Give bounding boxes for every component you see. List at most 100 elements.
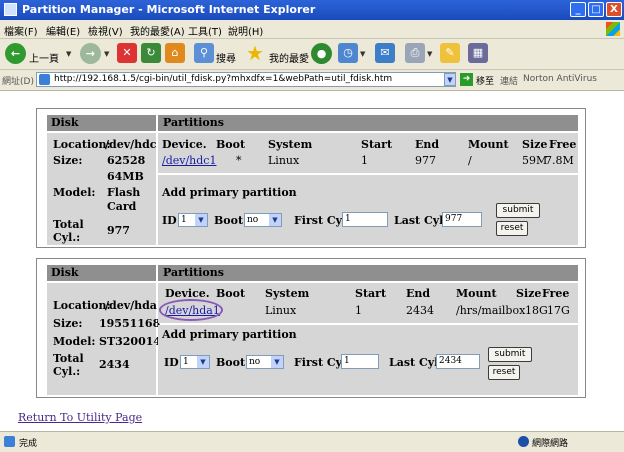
address-dropdown-icon[interactable]: ▼ [444,73,456,86]
model-label: Model: [53,186,96,199]
menu-help[interactable]: 說明(H) [228,23,263,38]
partition-size: 59M [522,154,548,167]
partition-system: Linux [265,304,297,317]
col-free: Free [549,138,577,151]
submit-button[interactable]: submit [496,203,540,218]
id-select[interactable]: 1 ▼ [180,355,210,369]
partition-table: Device. Boot System Start End Mount Size… [158,283,578,323]
partition-boot-flag: * [236,154,242,167]
go-button-label[interactable]: 移至 [476,74,494,87]
discuss-icon[interactable]: ▦ [468,43,488,63]
edit-icon[interactable]: ✎ [440,43,460,63]
partition-start: 1 [361,154,368,167]
partition-device-link[interactable]: /dev/hdc1 [162,154,216,167]
address-bar: 網址(D) http://192.168.1.5/cgi-bin/util_fd… [0,70,624,91]
model-value: Flash [107,186,141,199]
search-icon[interactable]: ⚲ [194,43,214,63]
media-icon[interactable]: ● [311,43,332,64]
total-label-line2: Cyl.: [53,231,81,244]
add-partition-form: Add primary partition ID 1 ▼ Boot no ▼ Fir… [158,325,578,395]
total-label: Total [53,352,84,365]
maximize-button[interactable]: □ [588,2,604,17]
disk-panel-hdc: Disk Partitions Location: /dev/hdc Size:… [36,108,586,248]
history-dropdown-icon[interactable]: ▼ [360,50,365,58]
location-label: Location: [53,299,111,312]
last-cyl-input[interactable]: 977 [442,212,482,227]
back-arrow-icon[interactable]: ← [5,43,26,64]
favorites-button-label[interactable]: 我的最愛 [269,50,309,65]
links-label[interactable]: 連結 [500,74,518,87]
col-device: Device. [162,138,207,151]
menu-edit[interactable]: 編輯(E) [46,23,80,38]
first-cyl-input[interactable]: 1 [341,354,379,369]
norton-antivirus-label[interactable]: Norton AntiVirus [523,74,597,84]
total-value: 2434 [99,358,130,371]
partition-end: 977 [415,154,436,167]
boot-label: Boot [214,214,244,227]
submit-button[interactable]: submit [488,347,532,362]
size-label: Size: [53,317,83,330]
address-label: 網址(D) [2,77,34,87]
first-cyl-input[interactable]: 1 [342,212,388,227]
add-partition-title: Add primary partition [162,186,297,199]
menu-favorites[interactable]: 我的最愛(A) [130,23,185,38]
disk-panel-hda: Disk Partitions Location: /dev/hda Size:… [36,258,586,398]
partition-free: 17G [547,304,570,317]
go-arrow-icon[interactable]: ➜ [460,73,473,86]
windows-logo-icon [606,22,620,36]
add-partition-form: Add primary partition ID 1 ▼ Boot no ▼ Fir… [158,175,578,245]
disk-header: Disk [47,265,156,281]
forward-arrow-icon[interactable]: → [80,43,101,64]
partition-free: 7.8M [545,154,574,167]
disk-info-cell: Location: /dev/hda Size: 19551168 Model:… [47,283,170,395]
print-dropdown-icon[interactable]: ▼ [427,50,432,58]
home-icon[interactable]: ⌂ [165,43,185,63]
stop-icon[interactable]: ✕ [117,43,137,63]
menu-file[interactable]: 檔案(F) [4,23,38,38]
favorites-star-icon[interactable]: ★ [246,42,264,64]
back-button-label[interactable]: 上一頁 [29,50,59,65]
window-title-bar: Partition Manager - Microsoft Internet E… [0,0,624,20]
col-free: Free [542,287,570,300]
col-start: Start [361,138,393,151]
add-partition-title: Add primary partition [162,328,297,341]
col-end: End [406,287,431,300]
partition-size: 18G [525,304,548,317]
location-value: /dev/hdc [105,138,157,151]
last-cyl-input[interactable]: 2434 [436,354,480,369]
size-value: 19551168 [99,317,161,330]
partition-start: 1 [355,304,362,317]
model-value-line2: Card [107,200,137,213]
disk-header: Disk [47,115,156,131]
id-label: ID [162,214,177,227]
print-icon[interactable]: ⎙ [405,43,425,63]
back-dropdown-icon[interactable]: ▼ [66,50,71,58]
boot-select[interactable]: no ▼ [244,213,282,227]
partition-mount: / [468,154,472,167]
reset-button[interactable]: reset [488,365,520,380]
model-label: Model: [53,335,96,348]
toolbar: ← 上一頁 ▼ → ▼ ✕ ↻ ⌂ ⚲ 搜尋 ★ 我的最愛 ● ◷ ▼ ✉ ⎙ … [0,39,624,70]
partitions-header: Partitions [158,115,578,131]
close-button[interactable]: X [606,2,622,17]
address-input[interactable]: http://192.168.1.5/cgi-bin/util_fdisk.py… [36,72,456,87]
highlight-circle [159,299,223,321]
refresh-icon[interactable]: ↻ [141,43,161,63]
location-value: /dev/hda [105,299,157,312]
menu-bar: 檔案(F) 編輯(E) 檢視(V) 我的最愛(A) 工具(T) 說明(H) [0,20,624,39]
return-to-utility-link[interactable]: Return To Utility Page [18,411,142,424]
total-label: Total [53,218,84,231]
minimize-button[interactable]: _ [570,2,586,17]
menu-view[interactable]: 檢視(V) [88,23,123,38]
id-select[interactable]: 1 ▼ [178,213,208,227]
col-size: Size [516,287,542,300]
menu-tools[interactable]: 工具(T) [188,23,222,38]
size-unit: 64MB [107,170,144,183]
forward-dropdown-icon[interactable]: ▼ [104,50,109,58]
boot-select[interactable]: no ▼ [246,355,284,369]
total-value: 977 [107,224,130,237]
mail-icon[interactable]: ✉ [375,43,395,63]
reset-button[interactable]: reset [496,221,528,236]
search-button-label[interactable]: 搜尋 [216,50,236,65]
history-icon[interactable]: ◷ [338,43,358,63]
